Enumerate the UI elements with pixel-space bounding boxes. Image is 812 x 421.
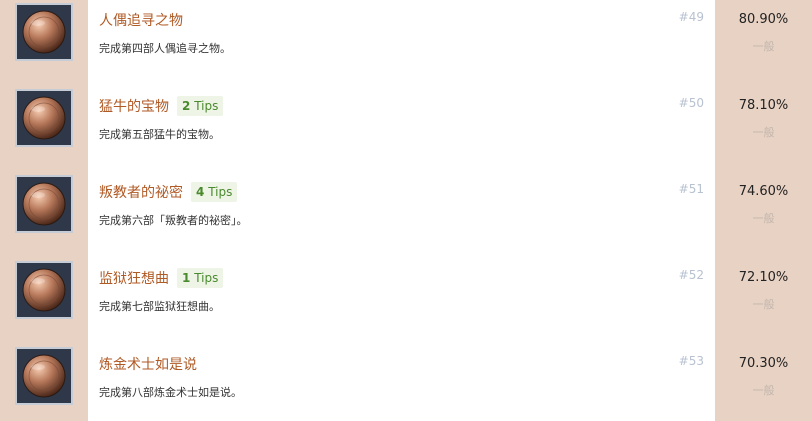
icon-column xyxy=(0,344,88,421)
stats-column: 80.90% 一般 xyxy=(715,0,812,86)
bronze-medal-icon xyxy=(22,10,66,54)
achievement-number: #50 xyxy=(678,96,704,110)
stats-column: 74.60% 一般 xyxy=(715,172,812,258)
bronze-medal-icon xyxy=(22,268,66,312)
achievement-icon-frame[interactable] xyxy=(15,261,73,319)
achievement-icon-frame[interactable] xyxy=(15,175,73,233)
title-line: 猛牛的宝物 2 Tips xyxy=(99,95,224,117)
icon-column xyxy=(0,0,88,86)
rarity-label: 一般 xyxy=(752,126,775,139)
completion-percent: 70.30% xyxy=(738,356,789,371)
achievement-description: 完成第四部人偶追寻之物。 xyxy=(99,42,231,55)
completion-percent: 74.60% xyxy=(738,184,789,199)
achievement-icon-frame[interactable] xyxy=(15,3,73,61)
achievement-title[interactable]: 人偶追寻之物 xyxy=(99,10,183,30)
title-line: 监狱狂想曲 1 Tips xyxy=(99,267,224,289)
tips-badge[interactable]: 2 Tips xyxy=(177,96,224,116)
title-line: 叛教者的祕密 4 Tips xyxy=(99,181,238,203)
tips-count: 4 xyxy=(196,185,205,199)
stats-column: 70.30% 一般 xyxy=(715,344,812,421)
title-line: 人偶追寻之物 xyxy=(99,9,183,31)
tips-label: Tips xyxy=(194,99,219,113)
achievement-description: 完成第六部「叛教者的祕密」。 xyxy=(99,214,248,227)
tips-label: Tips xyxy=(208,185,233,199)
icon-column xyxy=(0,86,88,172)
bronze-medal-icon xyxy=(22,96,66,140)
achievement-row: 猛牛的宝物 2 Tips 完成第五部猛牛的宝物。 #50 78.10% 一般 xyxy=(0,86,812,172)
achievement-title[interactable]: 监狱狂想曲 xyxy=(99,268,169,288)
achievement-number: #52 xyxy=(678,268,704,282)
achievement-row: 监狱狂想曲 1 Tips 完成第七部监狱狂想曲。 #52 72.10% 一般 xyxy=(0,258,812,344)
stats-column: 78.10% 一般 xyxy=(715,86,812,172)
tips-label: Tips xyxy=(194,271,219,285)
tips-badge[interactable]: 1 Tips xyxy=(177,268,224,288)
tips-count: 1 xyxy=(182,271,191,285)
rarity-label: 一般 xyxy=(752,298,775,311)
bronze-medal-icon xyxy=(22,182,66,226)
achievement-description: 完成第五部猛牛的宝物。 xyxy=(99,128,220,141)
achievement-number: #53 xyxy=(678,354,704,368)
bronze-medal-icon xyxy=(22,354,66,398)
rarity-label: 一般 xyxy=(752,40,775,53)
achievement-icon-frame[interactable] xyxy=(15,89,73,147)
achievement-title[interactable]: 猛牛的宝物 xyxy=(99,96,169,116)
achievement-description: 完成第八部炼金术士如是说。 xyxy=(99,386,242,399)
completion-percent: 72.10% xyxy=(738,270,789,285)
tips-badge[interactable]: 4 Tips xyxy=(191,182,238,202)
title-line: 炼金术士如是说 xyxy=(99,353,197,375)
achievement-number: #51 xyxy=(678,182,704,196)
achievement-title[interactable]: 叛教者的祕密 xyxy=(99,182,183,202)
completion-percent: 78.10% xyxy=(738,98,789,113)
stats-column: 72.10% 一般 xyxy=(715,258,812,344)
rarity-label: 一般 xyxy=(752,212,775,225)
tips-count: 2 xyxy=(182,99,191,113)
completion-percent: 80.90% xyxy=(738,12,789,27)
achievement-icon-frame[interactable] xyxy=(15,347,73,405)
achievement-list: 人偶追寻之物 完成第四部人偶追寻之物。 #49 80.90% 一般 猛牛的宝物 … xyxy=(0,0,812,421)
achievement-row: 叛教者的祕密 4 Tips 完成第六部「叛教者的祕密」。 #51 74.60% … xyxy=(0,172,812,258)
achievement-row: 人偶追寻之物 完成第四部人偶追寻之物。 #49 80.90% 一般 xyxy=(0,0,812,86)
rarity-label: 一般 xyxy=(752,384,775,397)
achievement-description: 完成第七部监狱狂想曲。 xyxy=(99,300,220,313)
achievement-row: 炼金术士如是说 完成第八部炼金术士如是说。 #53 70.30% 一般 xyxy=(0,344,812,421)
icon-column xyxy=(0,172,88,258)
achievement-title[interactable]: 炼金术士如是说 xyxy=(99,354,197,374)
icon-column xyxy=(0,258,88,344)
achievement-number: #49 xyxy=(678,10,704,24)
